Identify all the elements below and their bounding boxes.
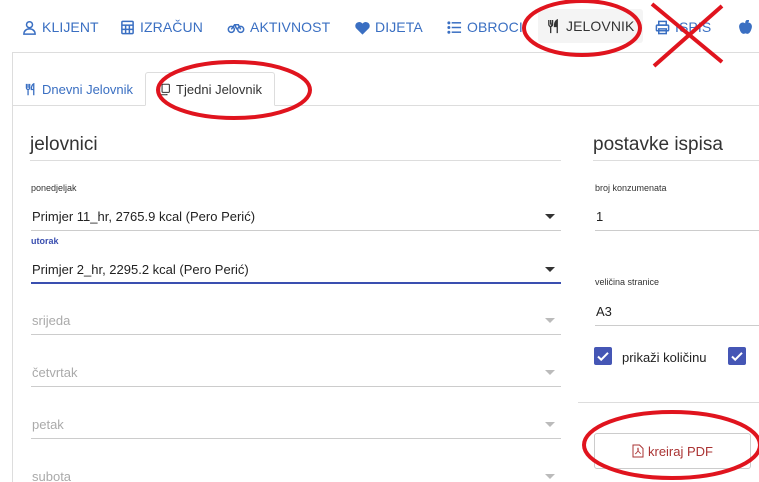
consumers-label: broj konzumenata bbox=[595, 183, 667, 193]
copy-icon bbox=[159, 83, 170, 95]
user-icon bbox=[23, 20, 36, 35]
tab-daily-menu[interactable]: Dnevni Jelovnik bbox=[12, 72, 145, 106]
wednesday-placeholder: srijeda bbox=[32, 313, 71, 328]
nav-label: DIJETA bbox=[375, 19, 423, 35]
consumers-input[interactable]: 1 bbox=[595, 201, 759, 231]
thursday-placeholder: četvrtak bbox=[32, 365, 78, 380]
consumers-value: 1 bbox=[596, 209, 604, 224]
page-size-select[interactable]: A3 bbox=[595, 296, 759, 326]
monday-select[interactable]: Primjer 11_hr, 2765.9 kcal (Pero Perić) bbox=[31, 201, 561, 231]
wednesday-select[interactable]: srijeda bbox=[31, 305, 561, 335]
nav-label: KLIJENT bbox=[42, 19, 99, 35]
nav-label: IZRAČUN bbox=[140, 19, 203, 35]
nav-item-izracun[interactable]: IZRAČUN bbox=[120, 14, 203, 40]
tab-label: Dnevni Jelovnik bbox=[42, 81, 134, 97]
caret-down-icon bbox=[545, 474, 555, 479]
nav-item-obroci[interactable]: OBROCI bbox=[447, 14, 523, 40]
monday-value: Primjer 11_hr, 2765.9 kcal (Pero Perić) bbox=[32, 209, 256, 224]
caret-down-icon bbox=[545, 422, 555, 427]
page-size-value: A3 bbox=[596, 304, 612, 319]
show-quantity-checkbox[interactable] bbox=[594, 347, 612, 365]
utensils-icon bbox=[25, 82, 35, 95]
list-icon bbox=[447, 20, 462, 34]
show-quantity-label: prikaži količinu bbox=[622, 350, 707, 365]
create-pdf-label: kreiraj PDF bbox=[647, 443, 713, 459]
nav-item-dijeta[interactable]: DIJETA bbox=[355, 14, 423, 40]
button-divider bbox=[578, 402, 759, 403]
nav-item-more[interactable]: M bbox=[738, 14, 759, 40]
nav-label: OBROCI bbox=[467, 19, 523, 35]
nav-item-jelovnik[interactable]: JELOVNIK bbox=[538, 9, 643, 43]
caret-down-icon bbox=[545, 267, 555, 272]
checkmark-icon bbox=[597, 352, 609, 362]
tuesday-select[interactable]: Primjer 2_hr, 2295.2 kcal (Pero Perić) bbox=[31, 254, 561, 284]
nav-item-ispis[interactable]: ISPIS bbox=[655, 14, 711, 40]
caret-down-icon bbox=[545, 370, 555, 375]
utensils-icon bbox=[548, 18, 558, 33]
thursday-select[interactable]: četvrtak bbox=[31, 357, 561, 387]
nav-label: JELOVNIK bbox=[566, 18, 635, 34]
nav-label: ISPIS bbox=[675, 19, 712, 35]
app-root: KLIJENT IZRAČUN AKTIVNOST DIJETA OBROCI … bbox=[0, 0, 759, 482]
checkmark-icon bbox=[731, 352, 743, 362]
page-size-label: veličina stranice bbox=[595, 277, 660, 287]
tab-weekly-menu[interactable]: Tjedni Jelovnik bbox=[145, 72, 276, 106]
tuesday-label: utorak bbox=[31, 236, 59, 246]
nav-label: AKTIVNOST bbox=[250, 19, 331, 35]
apple-icon bbox=[739, 19, 752, 34]
bicycle-icon bbox=[227, 23, 245, 33]
nav-item-aktivnost[interactable]: AKTIVNOST bbox=[227, 14, 330, 40]
tab-label: Tjedni Jelovnik bbox=[176, 81, 263, 97]
caret-down-icon bbox=[545, 214, 555, 219]
saturday-placeholder: subota bbox=[32, 469, 72, 482]
nav-item-klijent[interactable]: KLIJENT bbox=[22, 14, 99, 40]
calculator-icon bbox=[121, 20, 134, 34]
print-settings-title: postavke ispisa bbox=[593, 134, 723, 155]
friday-select[interactable]: petak bbox=[31, 409, 561, 439]
tuesday-value: Primjer 2_hr, 2295.2 kcal (Pero Perić) bbox=[32, 262, 249, 277]
monday-label: ponedjeljak bbox=[31, 183, 77, 193]
second-option-checkbox[interactable] bbox=[728, 347, 746, 365]
print-settings-rule bbox=[593, 160, 759, 161]
heartbeat-icon bbox=[355, 21, 370, 35]
friday-placeholder: petak bbox=[32, 417, 64, 432]
file-pdf-icon bbox=[632, 444, 644, 458]
print-icon bbox=[655, 20, 670, 34]
menus-title: jelovnici bbox=[30, 134, 98, 155]
saturday-select[interactable]: subota bbox=[31, 461, 561, 482]
caret-down-icon bbox=[545, 318, 555, 323]
menus-title-rule bbox=[30, 160, 561, 161]
create-pdf-button[interactable]: kreiraj PDF bbox=[594, 433, 751, 469]
top-nav: KLIJENT IZRAČUN AKTIVNOST DIJETA OBROCI … bbox=[0, 0, 759, 52]
menu-tabs: Dnevni Jelovnik Tjedni Jelovnik bbox=[12, 72, 276, 106]
